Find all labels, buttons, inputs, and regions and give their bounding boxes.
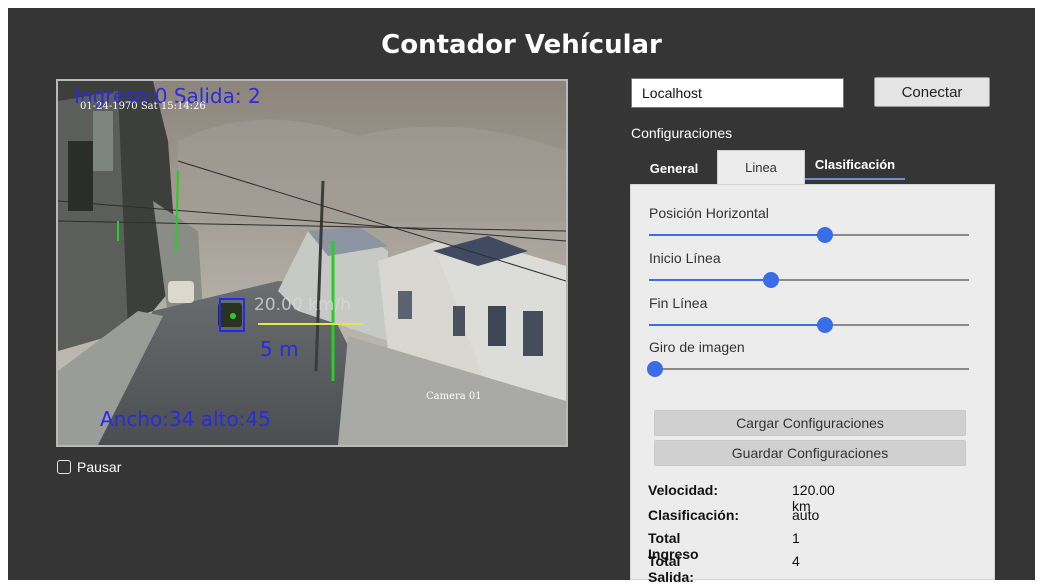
host-input[interactable] — [631, 78, 844, 108]
stat-label: Velocidad: — [648, 482, 719, 498]
slider-label: Giro de imagen — [649, 339, 745, 355]
stat-value: auto — [792, 507, 820, 523]
slider-label: Inicio Línea — [649, 250, 721, 266]
slider-track[interactable] — [649, 272, 969, 288]
stat-value: 4 — [792, 553, 800, 569]
overlay-size: Ancho:34 alto:45 — [100, 407, 271, 431]
config-title: Configuraciones — [631, 125, 733, 141]
overlay-timestamp: 01-24-1970 Sat 15:14:26 — [80, 101, 206, 112]
tab-linea[interactable]: Linea — [717, 150, 805, 184]
save-config-button[interactable]: Guardar Configuraciones — [654, 440, 966, 466]
slider-thumb[interactable] — [647, 361, 664, 377]
street-scene-image — [58, 81, 566, 445]
slider-track[interactable] — [649, 317, 969, 333]
load-config-button[interactable]: Cargar Configuraciones — [654, 410, 966, 436]
slider-fin-linea: Fin Línea — [649, 295, 969, 333]
overlay-distance: 5 m — [260, 337, 299, 361]
video-feed: Ingreso:0 Salida: 2 01-24-1970 Sat 15:14… — [56, 79, 568, 447]
overlay-camera-label: Camera 01 — [426, 391, 482, 402]
slider-thumb[interactable] — [817, 227, 833, 243]
slider-fill — [649, 279, 771, 281]
stat-label: Clasificación: — [648, 507, 740, 523]
tab-general[interactable]: General — [631, 150, 717, 184]
slider-fill — [649, 324, 825, 326]
app-window: Contador Vehícular Ingreso:0 Salida: 2 0… — [8, 8, 1035, 585]
app-title: Contador Vehícular — [381, 30, 662, 60]
config-panel: Posición Horizontal Inicio Línea Fin Lín… — [630, 184, 995, 585]
slider-giro-imagen: Giro de imagen — [647, 339, 969, 377]
slider-fill — [649, 234, 825, 236]
pause-control[interactable]: Pausar — [57, 458, 121, 476]
slider-track[interactable] — [649, 227, 969, 243]
pause-checkbox[interactable] — [57, 460, 71, 474]
slider-inicio-linea: Inicio Línea — [649, 250, 969, 288]
slider-label: Fin Línea — [649, 295, 708, 311]
slider-thumb[interactable] — [817, 317, 833, 333]
stat-label: Total Salida: — [648, 553, 694, 585]
overlay-speed: 20.00 km/h — [254, 295, 351, 315]
connect-button[interactable]: Conectar — [874, 77, 990, 107]
slider-thumb[interactable] — [762, 272, 779, 288]
slider-posicion-horizontal: Posición Horizontal — [649, 205, 969, 243]
slider-label: Posición Horizontal — [649, 205, 769, 221]
tab-clasificacion[interactable]: Clasificación — [805, 150, 905, 180]
pause-label: Pausar — [77, 459, 122, 475]
stat-value: 1 — [792, 530, 800, 546]
slider-track[interactable] — [647, 361, 969, 377]
